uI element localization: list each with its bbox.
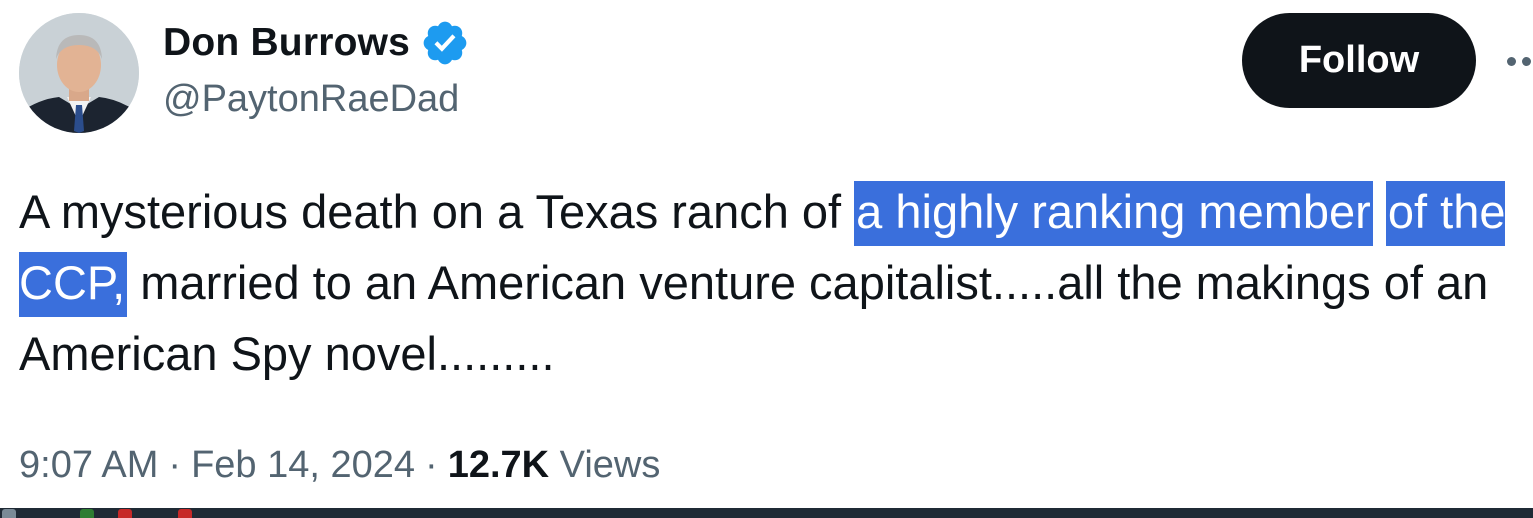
views-label: Views bbox=[559, 444, 661, 486]
author-avatar[interactable] bbox=[19, 13, 139, 133]
tweet-metadata: 9:07 AM · Feb 14, 2024 · 12.7K Views bbox=[19, 444, 660, 487]
taskbar-app-icon[interactable] bbox=[80, 509, 94, 518]
more-options-icon[interactable] bbox=[1503, 48, 1533, 76]
verified-badge-icon[interactable] bbox=[420, 18, 470, 68]
taskbar-app-icon[interactable] bbox=[178, 509, 192, 518]
follow-button[interactable]: Follow bbox=[1242, 13, 1476, 108]
author-handle[interactable]: @PaytonRaeDad bbox=[163, 78, 459, 121]
tweet-text-part: A mysterious death on a Texas ranch of bbox=[19, 185, 855, 238]
taskbar bbox=[0, 508, 1533, 518]
meta-separator: · bbox=[425, 444, 438, 486]
tweet-text-part: married to an American venture capitalis… bbox=[19, 256, 1489, 380]
tweet-date[interactable]: Feb 14, 2024 bbox=[191, 444, 415, 486]
author-display-name[interactable]: Don Burrows bbox=[163, 21, 410, 65]
author-name-row: Don Burrows bbox=[163, 18, 470, 68]
taskbar-app-icon[interactable] bbox=[2, 509, 16, 518]
tweet-time[interactable]: 9:07 AM bbox=[19, 444, 158, 486]
selected-text: a highly ranking member bbox=[854, 181, 1373, 246]
avatar-photo-icon bbox=[19, 13, 139, 133]
tweet-card: Don Burrows @PaytonRaeDad Follow A myste… bbox=[0, 0, 1533, 508]
taskbar-app-icon[interactable] bbox=[118, 509, 132, 518]
meta-separator: · bbox=[168, 444, 182, 486]
views-count: 12.7K bbox=[447, 444, 550, 486]
tweet-text: A mysterious death on a Texas ranch of a… bbox=[19, 176, 1533, 389]
